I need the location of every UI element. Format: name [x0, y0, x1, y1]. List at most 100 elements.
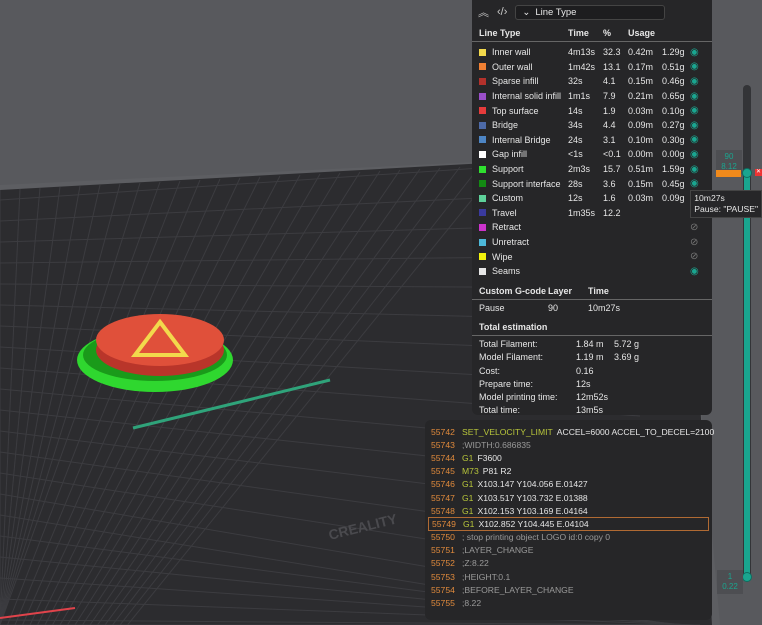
- legend-row[interactable]: Unretract ⊘: [472, 235, 712, 250]
- gcode-line[interactable]: 55743 ;WIDTH:0.686835: [428, 438, 709, 451]
- legend-row[interactable]: Gap infill <1s <0.1 0.00m 0.00g ◉: [472, 147, 712, 162]
- gcode-args: X103.147 Y104.056 E.01427: [477, 479, 588, 490]
- line-type-percent: 12.2: [603, 207, 621, 218]
- legend-row[interactable]: Travel 1m35s 12.2: [472, 206, 712, 221]
- line-number: 55744: [431, 452, 455, 463]
- gcode-line[interactable]: 55744 G1 F3600: [428, 451, 709, 464]
- line-type-weight: 0.45g: [662, 178, 685, 189]
- gcode-line[interactable]: 55746 G1 X103.147 Y104.056 E.01427: [428, 478, 709, 491]
- gcode-line[interactable]: 55749 G1 X102.852 Y104.445 E.04104: [428, 517, 709, 531]
- legend-row[interactable]: Seams ◉: [472, 264, 712, 279]
- line-type-name: Bridge: [492, 120, 519, 131]
- legend-row[interactable]: Support 2m3s 15.7 0.51m 1.59g ◉: [472, 162, 712, 177]
- eye-icon[interactable]: ◉: [690, 105, 702, 116]
- line-type-percent: 15.7: [603, 164, 621, 175]
- eye-icon[interactable]: ◉: [690, 164, 702, 175]
- eye-off-icon[interactable]: ⊘: [690, 251, 702, 262]
- legend-row[interactable]: Retract ⊘: [472, 220, 712, 235]
- gcode-line[interactable]: 55748 G1 X102.153 Y103.169 E.04164: [428, 504, 709, 517]
- legend-row[interactable]: Support interface 28s 3.6 0.15m 0.45g ◉: [472, 176, 712, 191]
- gcode-line[interactable]: 55750 ; stop printing object LOGO id:0 co…: [428, 531, 709, 544]
- header-line-type: Line Type: [479, 27, 521, 38]
- estimation-weight: 5.72 g: [614, 339, 640, 350]
- eye-icon[interactable]: ◉: [690, 76, 702, 87]
- gcode-line[interactable]: 55751 ;LAYER_CHANGE: [428, 544, 709, 557]
- eye-icon[interactable]: ◉: [690, 120, 702, 131]
- legend-row[interactable]: Internal Bridge 24s 3.1 0.10m 0.30g ◉: [472, 133, 712, 148]
- eye-icon[interactable]: ◉: [690, 47, 702, 58]
- line-number: 55753: [431, 571, 455, 582]
- layer-slider-range: [744, 172, 750, 580]
- legend-row[interactable]: Custom12s1.60.03m0.09g◉: [472, 191, 712, 206]
- gcode-args: X102.852 Y104.445 E.04104: [478, 518, 589, 529]
- layer-slider-bottom-thumb[interactable]: [742, 572, 752, 582]
- line-type-weight: 0.10g: [662, 105, 685, 116]
- pause-tooltip: 10m27s Pause: "PAUSE": [690, 190, 762, 218]
- line-type-time: 1m1s: [568, 91, 591, 102]
- legend-row[interactable]: Outer wall 1m42s 13.1 0.17m 0.51g ◉: [472, 60, 712, 75]
- legend-row[interactable]: Bridge 34s 4.4 0.09m 0.27g ◉: [472, 118, 712, 133]
- eye-icon[interactable]: ◉: [690, 178, 702, 189]
- line-type-weight: 1.59g: [662, 164, 685, 175]
- line-type-percent: 4.4: [603, 120, 616, 131]
- line-type-time: 4m13s: [568, 47, 596, 58]
- view-type-dropdown[interactable]: ⌄ Line Type: [515, 4, 666, 20]
- line-number: 55755: [431, 598, 455, 609]
- color-swatch: [479, 48, 486, 56]
- legend-row[interactable]: Sparse infill 32s 4.1 0.15m 0.46g ◉: [472, 74, 712, 89]
- line-type-percent: 1.6: [603, 193, 616, 204]
- line-type-time: 14s: [568, 105, 583, 116]
- custom-gcode-row[interactable]: Pause 90 10m27s: [472, 302, 712, 315]
- line-type-name: Wipe: [492, 251, 513, 262]
- line-type-name: Inner wall: [492, 47, 531, 58]
- gcode-line[interactable]: 55754 ;BEFORE_LAYER_CHANGE: [428, 583, 709, 596]
- pause-marker[interactable]: [716, 170, 741, 177]
- gcode-viewer[interactable]: 55742 SET_VELOCITY_LIMIT ACCEL=6000 ACCEL_…: [425, 420, 714, 620]
- estimation-value: 0.16: [576, 365, 594, 376]
- color-swatch: [479, 92, 486, 100]
- gcode-line[interactable]: 55742 SET_VELOCITY_LIMIT ACCEL=6000 ACCEL_…: [428, 425, 714, 438]
- estimation-value: 1.84 m: [576, 339, 604, 350]
- eye-off-icon[interactable]: ⊘: [690, 222, 702, 233]
- legend-row[interactable]: Internal solid infill 1m1s 7.9 0.21m 0.65g ◉: [472, 89, 712, 104]
- gcode-args: ;Z:8.22: [462, 558, 489, 569]
- line-type-weight: 0.51g: [662, 61, 685, 72]
- color-swatch: [479, 238, 486, 246]
- gcode-line[interactable]: 55755 ;8.22: [428, 596, 709, 609]
- color-swatch: [479, 121, 486, 129]
- line-type-percent: 3.1: [603, 134, 616, 145]
- estimation-label: Prepare time:: [479, 378, 534, 389]
- gcode-line[interactable]: 55745 M73 P81 R2: [428, 465, 709, 478]
- eye-icon[interactable]: ◉: [690, 149, 702, 160]
- total-estimation-title: Total estimation: [472, 320, 712, 336]
- eye-icon[interactable]: ◉: [690, 61, 702, 72]
- gcode-command: M73: [462, 466, 479, 477]
- line-type-time: 1m35s: [568, 207, 596, 218]
- eye-icon[interactable]: ◉: [690, 134, 702, 145]
- gcode-line[interactable]: 55747 G1 X103.517 Y103.732 E.01388: [428, 491, 709, 504]
- code-view-icon[interactable]: ‹/›: [497, 6, 507, 18]
- header-time: Time: [588, 286, 609, 296]
- delete-pause-icon[interactable]: ✕: [755, 169, 762, 176]
- gcode-line[interactable]: 55752 ;Z:8.22: [428, 557, 709, 570]
- gcode-line[interactable]: 55753 ;HEIGHT:0.1: [428, 570, 709, 583]
- legend-row[interactable]: Inner wall 4m13s 32.3 0.42m 1.29g ◉: [472, 45, 712, 60]
- gcode-args: ;BEFORE_LAYER_CHANGE: [462, 584, 574, 595]
- legend-row[interactable]: Top surface 14s 1.9 0.03m 0.10g ◉: [472, 103, 712, 118]
- eye-icon[interactable]: ◉: [690, 91, 702, 102]
- estimation-label: Total time:: [479, 405, 521, 416]
- eye-off-icon[interactable]: ⊘: [690, 237, 702, 248]
- legend-row[interactable]: Wipe ⊘: [472, 249, 712, 264]
- estimation-row: Cost: 0.16: [472, 364, 712, 377]
- layer-slider-top-thumb[interactable]: [742, 168, 752, 178]
- collapse-icon[interactable]: ︽: [478, 4, 489, 20]
- eye-icon[interactable]: ◉: [690, 266, 702, 277]
- legend-panel: ︽ ‹/› ⌄ Line Type Line Type Time % Usage …: [472, 0, 712, 415]
- line-type-length: 0.15m: [628, 76, 654, 87]
- line-number: 55742: [431, 426, 455, 437]
- color-swatch: [479, 150, 486, 158]
- estimation-weight: 3.69 g: [614, 352, 640, 363]
- line-type-time: 28s: [568, 178, 583, 189]
- line-type-weight: 0.30g: [662, 134, 685, 145]
- bottom-layer-number: 1: [727, 572, 733, 581]
